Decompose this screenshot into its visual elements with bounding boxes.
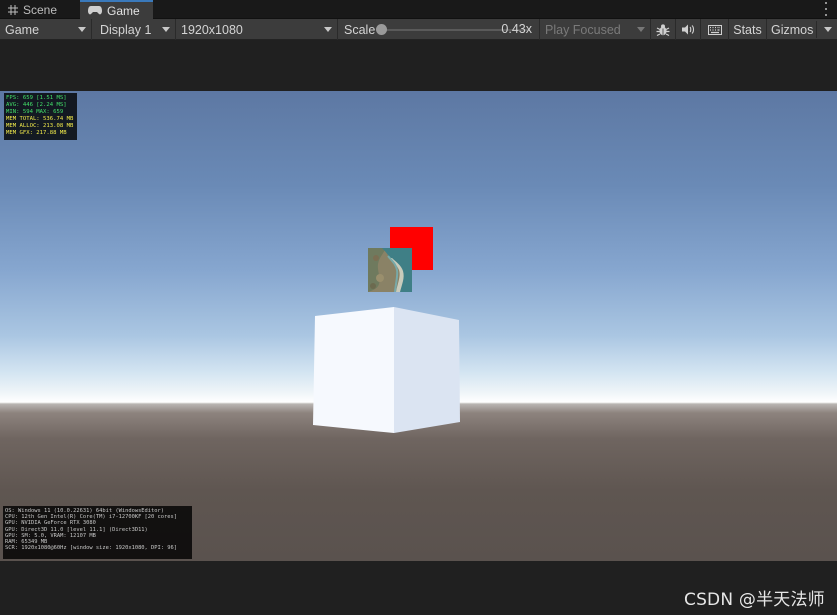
fps-line: FPS: 659 [1.51 MS]: [6, 95, 67, 101]
mute-audio-button[interactable]: [676, 19, 701, 40]
stats-toggle[interactable]: Stats: [729, 19, 767, 40]
view-type-value: Game: [5, 22, 40, 37]
bug-button[interactable]: [651, 19, 676, 40]
gamepad-icon: [88, 6, 102, 15]
fps-overlay: FPS: 659 [1.51 MS] AVG: 446 [2.24 MS] MI…: [4, 93, 77, 140]
tab-game-label: Game: [107, 3, 140, 18]
display-value: Display 1: [100, 22, 152, 37]
mem-gfx-line: MEM GFX: 217.88 MB: [6, 130, 67, 137]
more-vert-icon[interactable]: [823, 2, 829, 16]
scale-value: 0.43x: [501, 22, 532, 36]
editor-tab-bar: Scene Game: [0, 0, 837, 19]
keyboard-icon: [707, 24, 722, 35]
bug-icon: [656, 23, 670, 36]
white-cube: [313, 307, 460, 433]
caret-down-icon: [637, 27, 645, 32]
scale-control: Scale 0.43x: [338, 19, 540, 40]
caret-down-icon: [324, 27, 332, 32]
audio-icon: [681, 24, 694, 35]
stats-label: Stats: [733, 22, 762, 37]
avg-line: AVG: 446 [2.24 MS]: [6, 102, 67, 109]
terrain-texture-image: [368, 248, 412, 292]
tab-scene-label: Scene: [23, 2, 58, 17]
minmax-line: MIN: 594 MAX: 659: [6, 109, 64, 116]
gizmos-toggle[interactable]: Gizmos: [767, 19, 837, 40]
gizmos-label: Gizmos: [771, 22, 814, 37]
display-dropdown[interactable]: Display 1: [92, 19, 176, 40]
game-viewport[interactable]: FPS: 659 [1.51 MS] AVG: 446 [2.24 MS] MI…: [0, 91, 837, 561]
system-info-overlay: OS: Windows 11 (10.0.22631) 64bit (Windo…: [3, 506, 192, 559]
play-mode-value: Play Focused: [545, 22, 621, 37]
play-mode-dropdown[interactable]: Play Focused: [540, 19, 651, 40]
resolution-dropdown[interactable]: 1920x1080: [176, 19, 338, 40]
resolution-value: 1920x1080: [181, 22, 243, 37]
mem-total-line: MEM TOTAL: 536.74 MB: [6, 116, 74, 123]
caret-down-icon: [78, 27, 86, 32]
tab-game[interactable]: Game: [80, 0, 153, 19]
watermark-text: CSDN @半天法师: [684, 590, 825, 610]
scale-slider-handle[interactable]: [376, 24, 387, 35]
grid-icon: [8, 4, 18, 15]
letterbox-top: [0, 40, 837, 91]
caret-down-icon[interactable]: [824, 27, 832, 32]
view-type-dropdown[interactable]: Game: [0, 19, 92, 40]
mem-alloc-line: MEM ALLOC: 213.08 MB: [6, 123, 74, 130]
tab-scene[interactable]: Scene: [0, 0, 80, 19]
keyboard-shortcuts-button[interactable]: [701, 19, 729, 40]
game-view-toolbar: Game Display 1 1920x1080 Scale 0.43x Pla…: [0, 19, 837, 40]
divider: [816, 21, 817, 38]
caret-down-icon: [162, 27, 170, 32]
screen-line: SCR: 1920x1080@60Hz [window size: 1920x1…: [5, 545, 178, 552]
scale-label: Scale: [344, 22, 376, 37]
